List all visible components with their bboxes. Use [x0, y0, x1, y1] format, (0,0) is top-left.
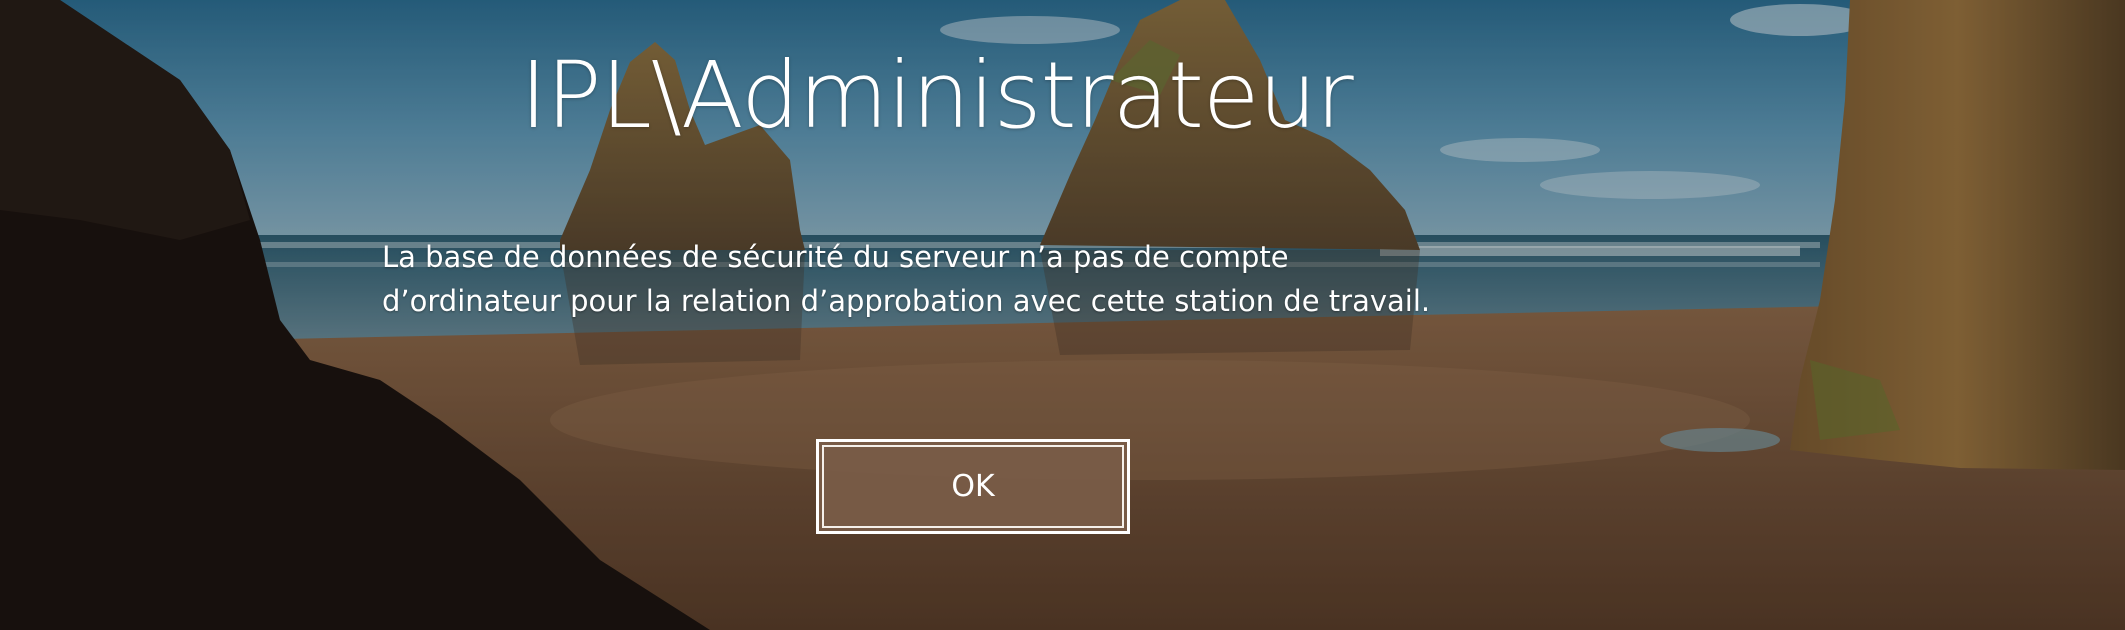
- sign-in-error-dialog: IPL\Administrateur La base de données de…: [0, 0, 2125, 630]
- ok-button[interactable]: OK: [816, 439, 1130, 534]
- account-name-title: IPL\Administrateur: [520, 42, 1354, 149]
- lock-screen: IPL\Administrateur La base de données de…: [0, 0, 2125, 630]
- error-message-line-2: d’ordinateur pour la relation d’approbat…: [382, 284, 1431, 318]
- error-message: La base de données de sécurité du serveu…: [382, 235, 1682, 323]
- error-message-line-1: La base de données de sécurité du serveu…: [382, 240, 1289, 274]
